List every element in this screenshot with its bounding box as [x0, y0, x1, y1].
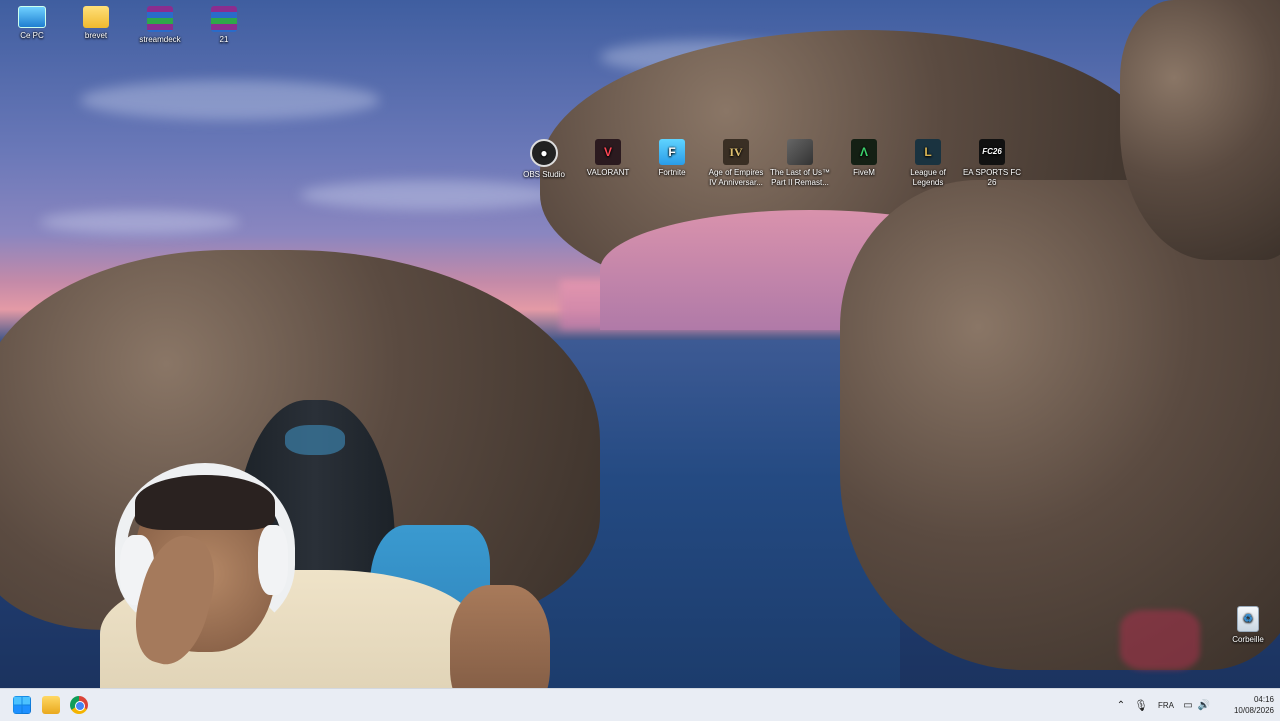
system-tray: ⌃ 🎙 FRA ▭ 🔊	[1112, 689, 1212, 721]
app-icon-the-last-of-us[interactable]: The Last of Us™ Part II Remast...	[768, 139, 832, 188]
desktop-icon-21[interactable]: 21	[192, 6, 256, 45]
start-windows-icon[interactable]	[13, 696, 31, 714]
lol-icon: L	[915, 139, 941, 165]
language-indicator[interactable]: FRA	[1152, 701, 1180, 710]
app-icon-label: OBS Studio	[523, 170, 565, 179]
chevron-up-icon[interactable]: ⌃	[1112, 700, 1130, 711]
app-icon-label: FiveM	[853, 168, 875, 177]
app-icon-label: League of Legends	[910, 168, 946, 187]
app-icon-label: Fortnite	[658, 168, 686, 177]
fc26-icon: FC26	[979, 139, 1005, 165]
app-icon-age-of-empires[interactable]: IV Age of Empires IV Anniversar...	[704, 139, 768, 188]
app-icon-ea-sports-fc-26[interactable]: FC26 EA SPORTS FC 26	[960, 139, 1024, 188]
webcam-overlay	[80, 395, 560, 720]
app-icon-label: The Last of Us™ Part II Remast...	[769, 168, 831, 187]
app-icon-label: EA SPORTS FC 26	[962, 168, 1022, 187]
desktop-icon-label: Ce PC	[20, 31, 44, 40]
app-icon-label: VALORANT	[586, 168, 630, 177]
file-explorer-icon[interactable]	[42, 696, 60, 714]
recycle-bin-icon: ♻	[1237, 606, 1259, 632]
volume-icon[interactable]: 🔊	[1196, 700, 1212, 711]
chair-logo	[285, 425, 345, 455]
app-icon-obs-studio[interactable]: ● OBS Studio	[512, 139, 576, 180]
fortnite-icon: F	[659, 139, 685, 165]
desktop-icon-streamdeck[interactable]: streamdeck	[128, 6, 192, 45]
clock-time: 04:16	[1253, 695, 1274, 704]
app-icon-label: Age of Empires IV Anniversar...	[708, 168, 764, 187]
desktop-icon-ce-pc[interactable]: Ce PC	[0, 6, 64, 41]
desktop-icon-label: 21	[219, 35, 229, 44]
winrar-icon	[147, 6, 173, 32]
app-icon-fivem[interactable]: Λ FiveM	[832, 139, 896, 178]
aoe-icon: IV	[723, 139, 749, 165]
clock-date: 10/08/2026	[1233, 706, 1274, 715]
network-icon[interactable]: ▭	[1180, 700, 1196, 711]
clock[interactable]: 04:16 10/08/2026	[1222, 689, 1274, 721]
fivem-icon: Λ	[851, 139, 877, 165]
desktop-icon-recycle-bin[interactable]: ♻ Corbeille	[1216, 606, 1280, 645]
obs-icon: ●	[530, 139, 558, 167]
person-hair	[135, 475, 275, 530]
desktop-icon-label: Corbeille	[1232, 635, 1264, 644]
chrome-icon[interactable]	[70, 696, 88, 714]
tlou-icon	[787, 139, 813, 165]
valorant-icon: V	[595, 139, 621, 165]
microphone-icon[interactable]: 🎙	[1130, 699, 1152, 712]
app-icon-valorant[interactable]: V VALORANT	[576, 139, 640, 178]
desktop-icon-brevet[interactable]: brevet	[64, 6, 128, 41]
pc-icon	[18, 6, 46, 28]
app-icon-league-of-legends[interactable]: L League of Legends	[896, 139, 960, 188]
desktop-icon-label: brevet	[84, 31, 108, 40]
app-icon-fortnite[interactable]: F Fortnite	[640, 139, 704, 178]
taskbar: ⌃ 🎙 FRA ▭ 🔊 04:16 10/08/2026	[0, 688, 1280, 721]
folder-icon	[83, 6, 109, 28]
winrar-icon	[211, 6, 237, 32]
desktop-icon-label: streamdeck	[139, 35, 181, 44]
